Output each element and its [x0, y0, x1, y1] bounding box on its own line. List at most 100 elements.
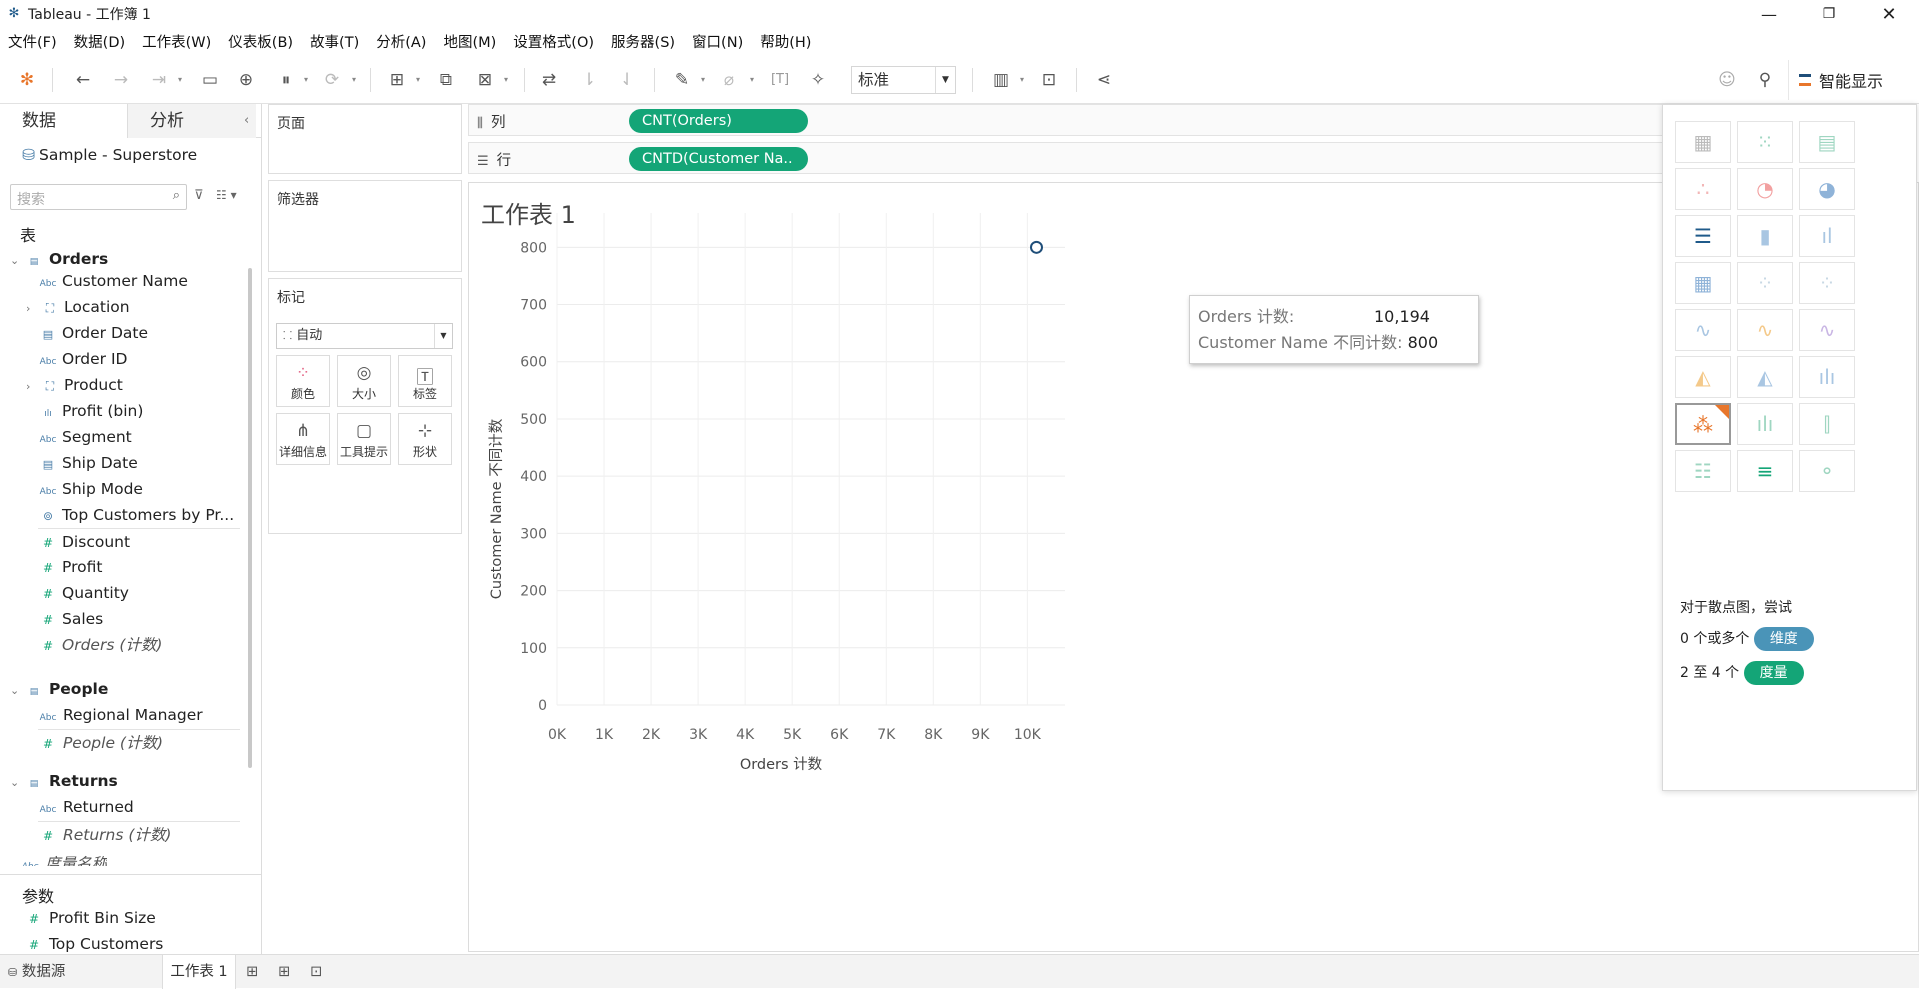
view-size-select[interactable]: 标准 ▼: [851, 66, 956, 94]
swap-icon[interactable]: ⇄: [536, 67, 562, 93]
scatter-plot-icon[interactable]: ⁂: [1675, 403, 1731, 445]
area-continuous-icon[interactable]: ◭: [1675, 356, 1731, 398]
size-button[interactable]: ◎ 大小: [337, 355, 391, 407]
side-by-side-circles-icon[interactable]: ⁘: [1799, 262, 1855, 304]
clear-sheet-icon[interactable]: ⊠: [472, 67, 498, 93]
field-location[interactable]: › ⛶ Location: [26, 294, 130, 320]
detail-button[interactable]: ⋔ 详细信息: [276, 413, 330, 465]
tab-analytics[interactable]: 分析: [128, 104, 256, 138]
group-icon[interactable]: ⌀: [716, 67, 742, 93]
datasource-name[interactable]: ⛁ Sample - Superstore: [22, 146, 197, 164]
heat-map-icon[interactable]: ⁙: [1737, 121, 1793, 163]
stacked-bars-icon[interactable]: ▮: [1737, 215, 1793, 257]
pause-updates-icon[interactable]: ⏸: [273, 67, 299, 93]
menu-format[interactable]: 设置格式(O): [513, 31, 594, 52]
undo-icon[interactable]: ←: [70, 67, 96, 93]
presentation-mode-icon[interactable]: ⊡: [1036, 67, 1062, 93]
dual-lines-icon[interactable]: ∿: [1799, 309, 1855, 351]
rows-shelf[interactable]: ☰ 行 CNTD(Customer Na..: [468, 142, 1663, 174]
fix-axes-icon[interactable]: ✧: [805, 67, 831, 93]
field-quantity[interactable]: # Quantity: [38, 580, 129, 606]
box-whisker-icon[interactable]: ⫿: [1799, 403, 1855, 445]
field-sales[interactable]: # Sales: [38, 606, 103, 632]
field-regional-manager[interactable]: Abc Regional Manager: [38, 702, 203, 728]
new-dashboard-icon[interactable]: ⊞: [278, 955, 290, 989]
side-by-side-bars-icon[interactable]: ıl: [1799, 215, 1855, 257]
menu-window[interactable]: 窗口(N): [692, 31, 743, 52]
field-top-customers-by-pr[interactable]: ⊚ Top Customers by Pr...: [38, 502, 234, 528]
field-ship-date[interactable]: ▤ Ship Date: [38, 450, 138, 476]
field-product[interactable]: › ⛶ Product: [26, 372, 123, 398]
menu-server[interactable]: 服务器(S): [611, 31, 675, 52]
color-button[interactable]: ⁘ 颜色: [276, 355, 330, 407]
columns-pill[interactable]: CNT(Orders): [629, 109, 808, 133]
pages-card[interactable]: 页面: [268, 104, 462, 174]
area-discrete-icon[interactable]: ◭: [1737, 356, 1793, 398]
field-order-id[interactable]: Abc Order ID: [38, 346, 128, 372]
menu-worksheet[interactable]: 工作表(W): [142, 31, 211, 52]
shape-button[interactable]: ⊹ 形状: [398, 413, 452, 465]
menu-help[interactable]: 帮助(H): [760, 31, 811, 52]
group-dropdown-icon[interactable]: ▾: [750, 67, 760, 93]
restore-icon[interactable]: ❐: [1801, 0, 1857, 28]
new-worksheet-icon[interactable]: ⊞: [384, 67, 410, 93]
highlight-icon[interactable]: ✎: [669, 67, 695, 93]
field-discount[interactable]: # Discount: [38, 528, 240, 554]
view-options-icon[interactable]: ☷ ▾: [216, 188, 237, 202]
table-people[interactable]: ⌄ ▤ People: [10, 676, 108, 702]
refresh-dropdown-icon[interactable]: ▾: [352, 67, 362, 93]
filters-card[interactable]: 筛选器: [268, 180, 462, 272]
new-story-icon[interactable]: ⊡: [310, 955, 322, 989]
new-sheet-dropdown-icon[interactable]: ▾: [416, 67, 426, 93]
field-returned[interactable]: Abc Returned: [38, 794, 134, 820]
redo-icon[interactable]: →: [108, 67, 134, 93]
columns-shelf[interactable]: ⫼ 列 CNT(Orders): [468, 104, 1663, 136]
menu-data[interactable]: 数据(D): [74, 31, 125, 52]
bullet-graph-icon[interactable]: ≡: [1737, 450, 1793, 492]
new-datasource-icon[interactable]: ⊕: [233, 67, 259, 93]
horizontal-bars-icon[interactable]: ☰: [1675, 215, 1731, 257]
sort-ascending-icon[interactable]: ⇂: [576, 67, 602, 93]
format-painter-icon[interactable]: ⚲: [1752, 67, 1778, 93]
refresh-icon[interactable]: ⟳: [319, 67, 345, 93]
field-customer-name[interactable]: Abc Customer Name: [38, 268, 188, 294]
lines-discrete-icon[interactable]: ∿: [1737, 309, 1793, 351]
tooltip-button[interactable]: ▢ 工具提示: [337, 413, 391, 465]
close-icon[interactable]: ✕: [1861, 0, 1917, 28]
symbol-map-icon[interactable]: ∴: [1675, 168, 1731, 210]
duplicate-icon[interactable]: ⧉: [433, 67, 459, 93]
rows-pill[interactable]: CNTD(Customer Na..: [629, 147, 808, 171]
histogram-icon[interactable]: ılı: [1737, 403, 1793, 445]
replay-dropdown-icon[interactable]: ▾: [178, 67, 188, 93]
minimize-icon[interactable]: —: [1741, 0, 1797, 28]
filter-icon[interactable]: ⊽: [194, 188, 204, 203]
cards-dropdown-icon[interactable]: ▾: [1020, 67, 1030, 93]
field-order-date[interactable]: ▤ Order Date: [38, 320, 148, 346]
highlight-dropdown-icon[interactable]: ▾: [701, 67, 711, 93]
new-worksheet-icon[interactable]: ⊞: [246, 955, 258, 989]
field-profit[interactable]: # Profit: [38, 554, 102, 580]
show-labels-icon[interactable]: [T]: [767, 67, 793, 93]
search-input[interactable]: 搜索 ⌕: [10, 184, 187, 210]
menu-file[interactable]: 文件(F): [8, 31, 57, 52]
packed-bubbles-icon[interactable]: ⚬: [1799, 450, 1855, 492]
chevron-right-icon[interactable]: ›: [26, 374, 40, 400]
replay-icon[interactable]: ⇥: [146, 67, 172, 93]
filled-map-icon[interactable]: ◔: [1737, 168, 1793, 210]
menu-dashboard[interactable]: 仪表板(B): [228, 31, 293, 52]
field-returns-count[interactable]: # Returns (计数): [38, 821, 240, 847]
show-cards-icon[interactable]: ▥: [988, 67, 1014, 93]
mark-type-select[interactable]: ⸬ 自动 ▼: [276, 323, 453, 349]
tab-data[interactable]: 数据: [0, 104, 128, 138]
menu-map[interactable]: 地图(M): [443, 31, 496, 52]
text-table-icon[interactable]: ▦: [1675, 121, 1731, 163]
chevron-right-icon[interactable]: ›: [26, 296, 40, 322]
lines-continuous-icon[interactable]: ∿: [1675, 309, 1731, 351]
menu-analysis[interactable]: 分析(A): [376, 31, 426, 52]
share-icon[interactable]: ⋖: [1091, 67, 1117, 93]
scrollbar[interactable]: [248, 268, 252, 768]
field-people-count[interactable]: # People (计数): [38, 729, 240, 755]
clear-dropdown-icon[interactable]: ▾: [504, 67, 514, 93]
field-ship-mode[interactable]: Abc Ship Mode: [38, 476, 143, 502]
dual-combination-icon[interactable]: ılı: [1799, 356, 1855, 398]
